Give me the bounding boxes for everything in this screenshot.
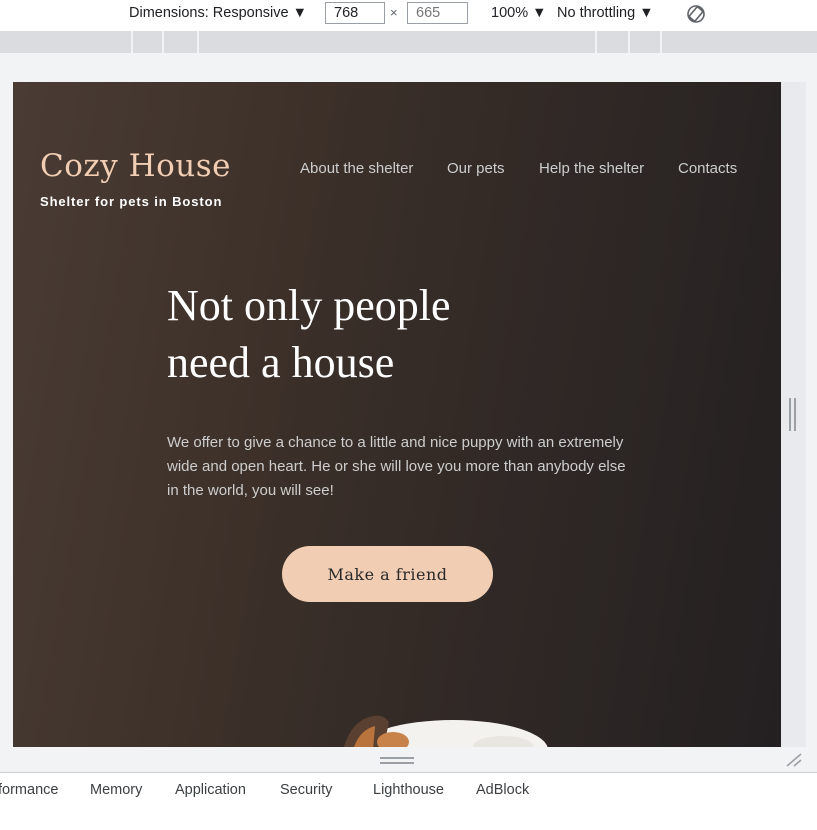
resize-handle-bottom-icon[interactable] [380, 757, 414, 764]
device-toolbar: Dimensions: Responsive ▼ × 100% ▼ No thr… [0, 0, 817, 31]
zoom-dropdown[interactable]: 100% ▼ [491, 5, 546, 21]
nav-link-our-pets[interactable]: Our pets [447, 160, 505, 177]
ruler-marker [660, 31, 662, 53]
rotate-icon[interactable] [686, 4, 706, 24]
make-a-friend-button[interactable]: Make a friend [282, 546, 493, 602]
site-subtitle: Shelter for pets in Boston [40, 194, 223, 209]
puppy-image [323, 700, 553, 747]
tab-memory[interactable]: Memory [90, 782, 142, 798]
nav-link-about[interactable]: About the shelter [300, 160, 413, 177]
hero-description: We offer to give a chance to a little an… [167, 434, 626, 499]
media-query-ruler[interactable] [0, 31, 817, 53]
hero-title: Not only people need a house [167, 277, 587, 391]
ruler-marker [628, 31, 630, 53]
tab-performance[interactable]: formance [0, 782, 58, 798]
devtools-panel-area [0, 807, 817, 830]
resize-handle-right-icon[interactable] [789, 398, 797, 431]
site-logo[interactable]: Cozy House [40, 148, 231, 184]
dimensions-dropdown[interactable]: Dimensions: Responsive ▼ [129, 5, 307, 21]
throttling-dropdown[interactable]: No throttling ▼ [557, 5, 654, 21]
ruler-marker [162, 31, 164, 53]
nav-link-help[interactable]: Help the shelter [539, 160, 644, 177]
viewport-width-input[interactable] [325, 2, 385, 24]
tab-adblock[interactable]: AdBlock [476, 782, 529, 798]
hero-title-line: Not only people [167, 281, 451, 330]
page-viewport: Cozy House Shelter for pets in Boston Ab… [13, 82, 781, 747]
tab-lighthouse[interactable]: Lighthouse [373, 782, 444, 798]
nav-link-contacts[interactable]: Contacts [678, 160, 737, 177]
hero-title-line: need a house [167, 338, 395, 387]
dimension-separator: × [390, 5, 398, 20]
resize-corner-icon[interactable] [785, 752, 803, 768]
ruler-marker [595, 31, 597, 53]
tab-application[interactable]: Application [175, 782, 246, 798]
ruler-marker [131, 31, 133, 53]
devtools-tabs: formance Memory Application Security Lig… [0, 772, 817, 808]
viewport-height-input[interactable] [407, 2, 468, 24]
ruler-marker [197, 31, 199, 53]
tab-security[interactable]: Security [280, 782, 332, 798]
